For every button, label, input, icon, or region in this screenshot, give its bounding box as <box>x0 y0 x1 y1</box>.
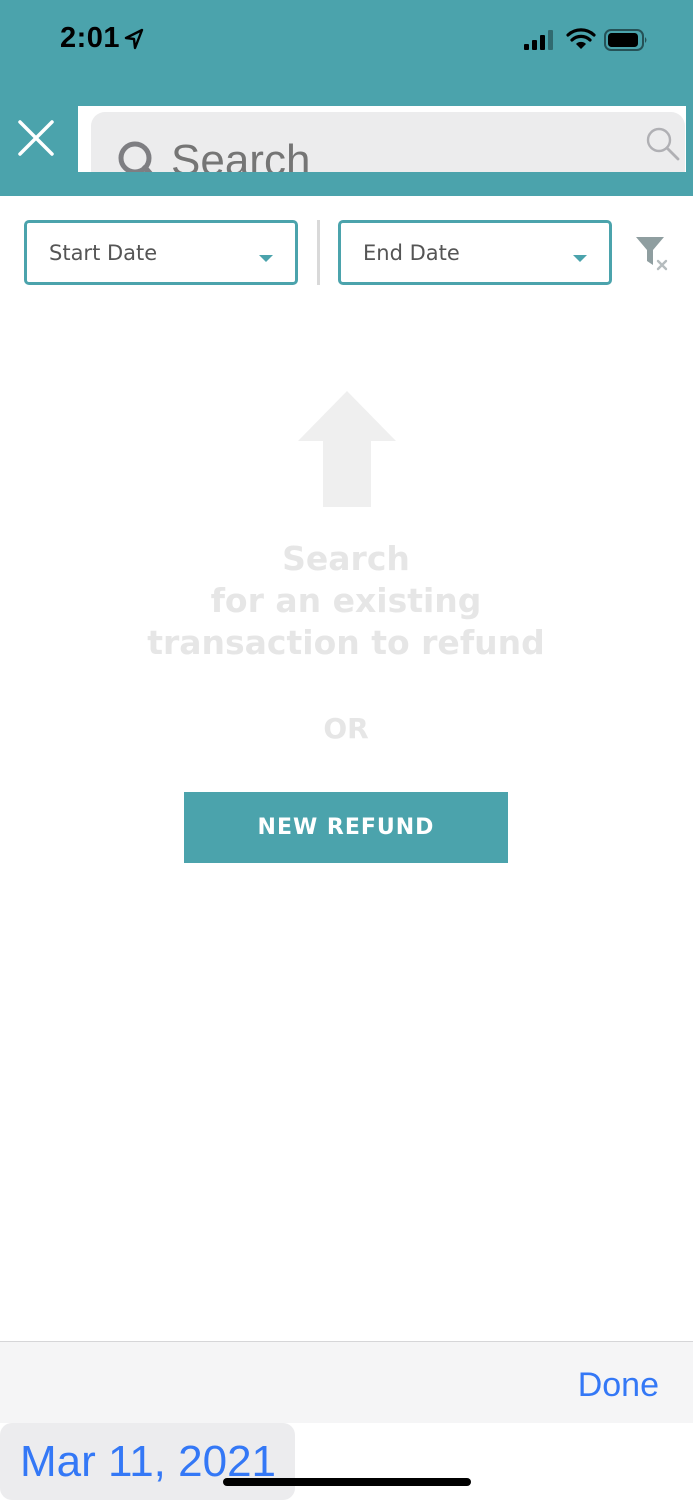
date-picker: Mar 11, 2021 <box>0 1423 693 1500</box>
up-arrow-icon <box>298 391 396 507</box>
battery-icon <box>604 29 647 51</box>
start-date-label: Start Date <box>49 241 158 265</box>
status-time: 2:01 <box>60 22 121 54</box>
end-date-label: End Date <box>363 241 460 265</box>
close-icon[interactable] <box>14 116 58 160</box>
chevron-down-icon <box>573 255 587 262</box>
done-button[interactable]: Done <box>578 1366 659 1405</box>
filter-clear-icon[interactable] <box>634 235 672 273</box>
search-icon <box>118 141 153 172</box>
empty-state-line: for an existing <box>210 581 482 620</box>
empty-state-line: Search <box>282 539 410 578</box>
new-refund-button[interactable]: NEW REFUND <box>184 792 508 863</box>
cellular-signal-icon <box>524 30 553 50</box>
search-bar <box>78 106 686 172</box>
chevron-down-icon <box>259 255 273 262</box>
end-date-dropdown[interactable]: End Date <box>338 220 612 285</box>
date-picker-toolbar: Done <box>0 1341 693 1423</box>
empty-state-line: transaction to refund <box>147 623 545 662</box>
wifi-icon <box>566 28 596 49</box>
empty-state-message: Search for an existing transaction to re… <box>96 538 596 664</box>
selected-date-pill[interactable]: Mar 11, 2021 <box>0 1423 295 1500</box>
header-bar: 2:01 <box>0 0 693 196</box>
filter-divider <box>317 220 320 285</box>
or-separator: OR <box>323 712 369 745</box>
search-icon[interactable] <box>645 126 681 162</box>
search-input[interactable] <box>171 136 591 172</box>
start-date-dropdown[interactable]: Start Date <box>24 220 298 285</box>
search-field[interactable] <box>91 112 685 172</box>
home-indicator[interactable] <box>223 1478 471 1486</box>
location-arrow-icon <box>124 28 144 50</box>
